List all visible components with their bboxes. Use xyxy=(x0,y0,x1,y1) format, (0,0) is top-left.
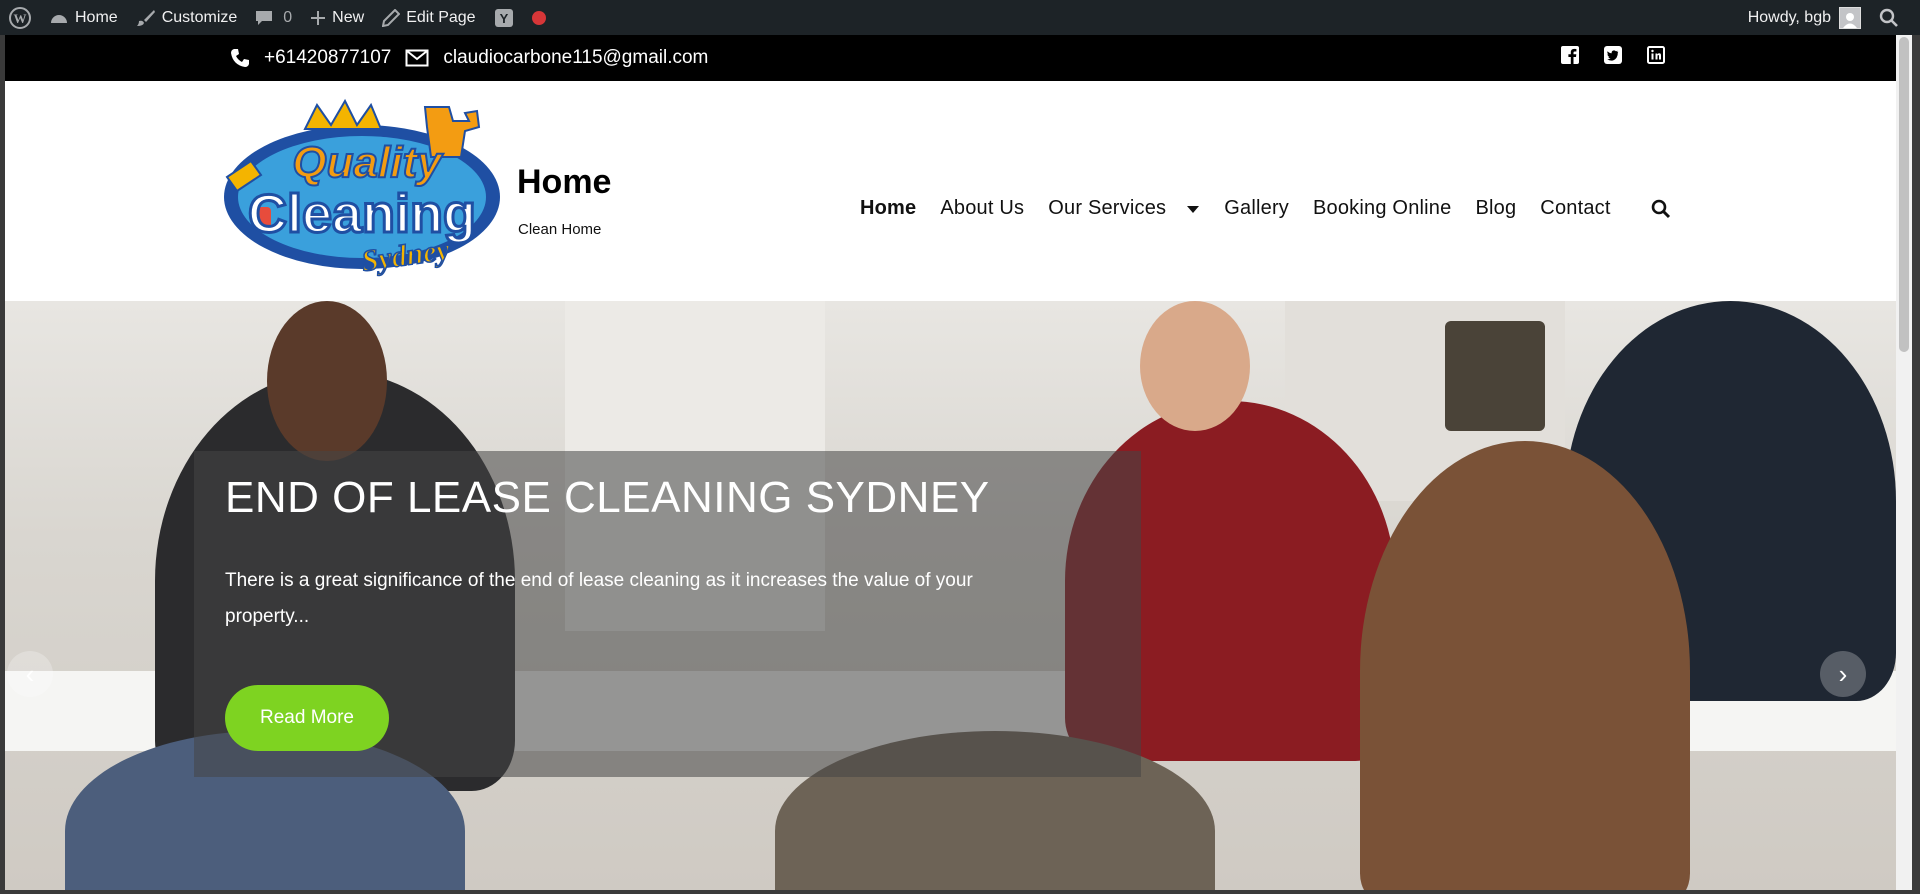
caret-down-icon[interactable] xyxy=(1186,197,1200,220)
phone-number[interactable]: +61420877107 xyxy=(264,47,391,69)
scrollbar-thumb[interactable] xyxy=(1899,37,1909,352)
site-tagline: Clean Home xyxy=(518,221,602,238)
slide-title: END OF LEASE CLEANING SYDNEY xyxy=(225,473,990,522)
admin-bar: W Home Customize 0 New Edit Page Y Howdy… xyxy=(0,0,1920,35)
email-address[interactable]: claudiocarbone115@gmail.com xyxy=(443,47,708,69)
slider-prev-arrow-icon[interactable]: ‹ xyxy=(7,651,53,697)
plus-icon xyxy=(310,10,326,26)
background-frame xyxy=(1445,321,1545,431)
contact-bar: +61420877107 claudiocarbone115@gmail.com xyxy=(5,35,1896,81)
person-head xyxy=(1140,301,1250,431)
person-head xyxy=(267,301,387,461)
nav-item-our-services[interactable]: Our Services xyxy=(1048,197,1166,220)
my-account-menu[interactable]: Howdy, bgb xyxy=(1739,0,1870,35)
facebook-icon[interactable] xyxy=(1560,45,1580,65)
site-logo[interactable]: Quality Cleaning Sydney xyxy=(217,97,507,287)
status-dot xyxy=(531,10,546,25)
page-scrollbar[interactable] xyxy=(1896,35,1912,890)
wordpress-logo-icon[interactable]: W xyxy=(0,0,40,35)
svg-text:Quality: Quality xyxy=(292,138,444,187)
yoast-seo-icon[interactable]: Y xyxy=(485,0,523,35)
admin-home-label: Home xyxy=(75,8,118,26)
nav-item-home[interactable]: Home xyxy=(860,197,916,220)
site-header: Quality Cleaning Sydney Home Clean Home … xyxy=(5,81,1896,301)
comments-count: 0 xyxy=(283,8,293,26)
hero-slider: END OF LEASE CLEANING SYDNEY There is a … xyxy=(5,301,1896,890)
dashboard-icon xyxy=(49,9,69,27)
slider-next-arrow-icon[interactable]: › xyxy=(1820,651,1866,697)
svg-text:W: W xyxy=(14,11,27,26)
site-title[interactable]: Home xyxy=(517,163,611,202)
email-icon xyxy=(405,48,429,68)
admin-home-link[interactable]: Home xyxy=(40,0,127,35)
edit-page-label: Edit Page xyxy=(406,8,476,26)
person-foreground-hair xyxy=(1360,441,1690,890)
read-more-button[interactable]: Read More xyxy=(225,685,389,751)
pencil-icon xyxy=(382,8,401,27)
main-nav: Home About Us Our Services Gallery Booki… xyxy=(860,197,1671,220)
page-frame: +61420877107 claudiocarbone115@gmail.com xyxy=(5,0,1896,890)
svg-text:Y: Y xyxy=(499,11,508,26)
avatar xyxy=(1839,6,1861,29)
nav-item-blog[interactable]: Blog xyxy=(1475,197,1516,220)
nav-item-booking-online[interactable]: Booking Online xyxy=(1313,197,1451,220)
nav-item-contact[interactable]: Contact xyxy=(1540,197,1610,220)
admin-search-icon[interactable] xyxy=(1870,0,1908,35)
customize-label: Customize xyxy=(161,8,238,26)
contact-info: +61420877107 claudiocarbone115@gmail.com xyxy=(230,35,722,81)
brush-icon xyxy=(136,9,156,27)
twitter-icon[interactable] xyxy=(1603,45,1623,65)
linkedin-icon[interactable] xyxy=(1646,45,1666,65)
new-content-link[interactable]: New xyxy=(301,0,373,35)
customize-link[interactable]: Customize xyxy=(127,0,247,35)
nav-item-gallery[interactable]: Gallery xyxy=(1224,197,1289,220)
comments-link[interactable]: 0 xyxy=(246,0,301,35)
nav-item-about-us[interactable]: About Us xyxy=(940,197,1024,220)
edit-page-link[interactable]: Edit Page xyxy=(373,0,484,35)
slide-text: There is a great significance of the end… xyxy=(225,570,973,627)
new-label: New xyxy=(332,8,365,26)
phone-icon xyxy=(230,48,250,68)
howdy-label: Howdy, bgb xyxy=(1747,8,1831,26)
comment-icon xyxy=(255,9,273,27)
seo-status-icon[interactable] xyxy=(523,0,555,35)
social-links xyxy=(1560,45,1689,65)
search-icon[interactable] xyxy=(1651,199,1671,219)
